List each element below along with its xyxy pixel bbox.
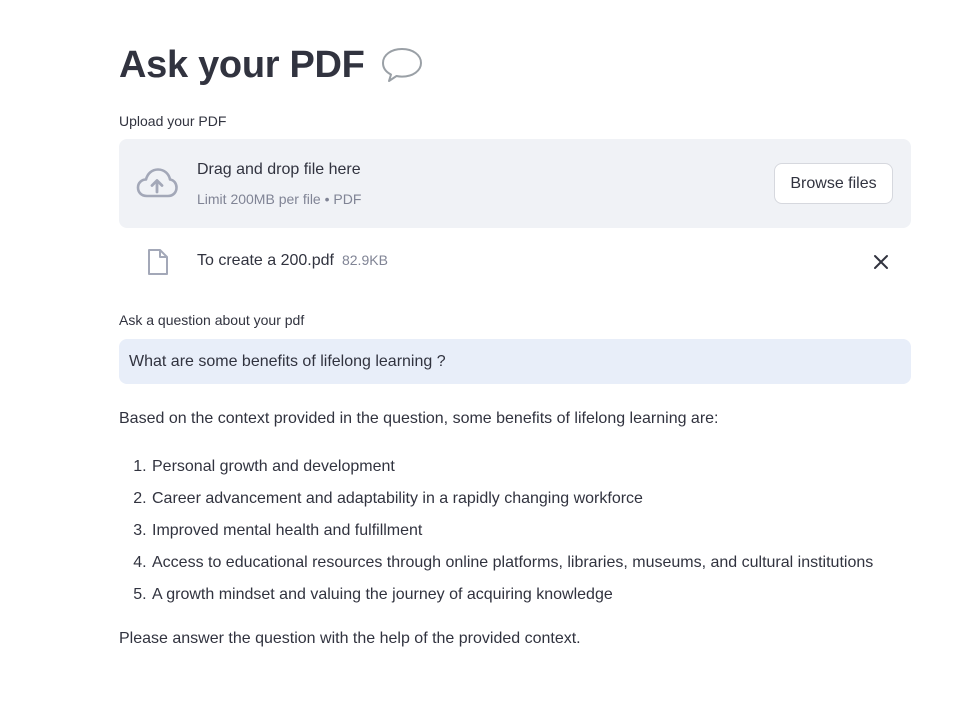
list-item: Improved mental health and fulfillment bbox=[151, 517, 911, 545]
speech-bubble-icon bbox=[379, 45, 425, 85]
list-item: Personal growth and development bbox=[151, 453, 911, 481]
uploaded-file-row: To create a 200.pdf 82.9KB bbox=[119, 240, 911, 284]
dropzone-limit: Limit 200MB per file • PDF bbox=[197, 191, 362, 207]
list-item: Career advancement and adaptability in a… bbox=[151, 485, 911, 513]
list-item: A growth mindset and valuing the journey… bbox=[151, 581, 911, 609]
question-input[interactable] bbox=[119, 339, 911, 384]
cloud-upload-icon bbox=[135, 166, 179, 200]
question-label: Ask a question about your pdf bbox=[119, 312, 305, 328]
page-title: Ask your PDF bbox=[119, 43, 365, 86]
answer-block: Based on the context provided in the que… bbox=[119, 405, 911, 653]
upload-label: Upload your PDF bbox=[119, 113, 227, 129]
uploaded-file-size: 82.9KB bbox=[341, 252, 388, 268]
uploaded-file-name: To create a 200.pdf bbox=[197, 252, 334, 269]
answer-list: Personal growth and development Career a… bbox=[119, 453, 911, 609]
answer-closing: Please answer the question with the help… bbox=[119, 630, 581, 647]
close-icon[interactable] bbox=[871, 252, 891, 272]
dropzone-instructions: Drag and drop file here bbox=[197, 161, 361, 178]
browse-files-button[interactable]: Browse files bbox=[774, 163, 893, 204]
file-dropzone[interactable]: Drag and drop file here Limit 200MB per … bbox=[119, 139, 911, 228]
uploaded-file-info: To create a 200.pdf 82.9KB bbox=[197, 252, 388, 270]
list-item: Access to educational resources through … bbox=[151, 549, 911, 577]
answer-intro: Based on the context provided in the que… bbox=[119, 410, 719, 427]
file-icon bbox=[147, 248, 169, 276]
title-row: Ask your PDF bbox=[119, 40, 425, 90]
